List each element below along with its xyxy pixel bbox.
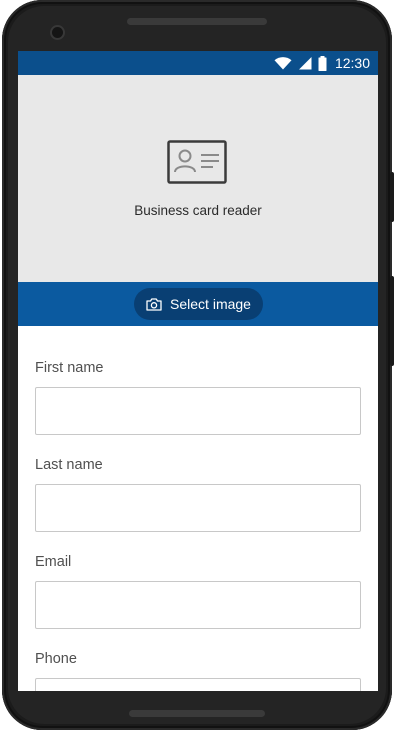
first-name-field[interactable] xyxy=(35,387,361,435)
camera-icon xyxy=(146,297,162,311)
front-camera xyxy=(52,27,63,38)
phone-label: Phone xyxy=(35,651,77,667)
wifi-icon xyxy=(274,56,292,69)
status-time: 12:30 xyxy=(334,55,370,71)
cellular-signal-icon xyxy=(298,57,312,70)
status-bar: 12:30 xyxy=(18,51,378,75)
select-image-button[interactable]: Select image xyxy=(134,288,263,320)
email-field[interactable] xyxy=(35,581,361,629)
volume-button xyxy=(390,276,394,366)
hero-banner: Business card reader xyxy=(18,75,378,282)
power-button xyxy=(390,172,394,222)
last-name-field[interactable] xyxy=(35,484,361,532)
action-band: Select image xyxy=(18,282,378,326)
app-screen: 12:30 Business card reader Select image … xyxy=(18,51,378,691)
contact-card-icon xyxy=(167,140,227,184)
last-name-label: Last name xyxy=(35,457,103,473)
earpiece-speaker xyxy=(127,18,267,25)
hero-title: Business card reader xyxy=(134,203,262,218)
phone-field[interactable] xyxy=(35,678,361,691)
email-label: Email xyxy=(35,554,72,570)
first-name-label: First name xyxy=(35,360,104,376)
status-icons: 12:30 xyxy=(274,51,370,75)
battery-icon xyxy=(318,55,327,71)
select-image-label: Select image xyxy=(170,296,251,312)
bottom-speaker xyxy=(129,710,265,717)
